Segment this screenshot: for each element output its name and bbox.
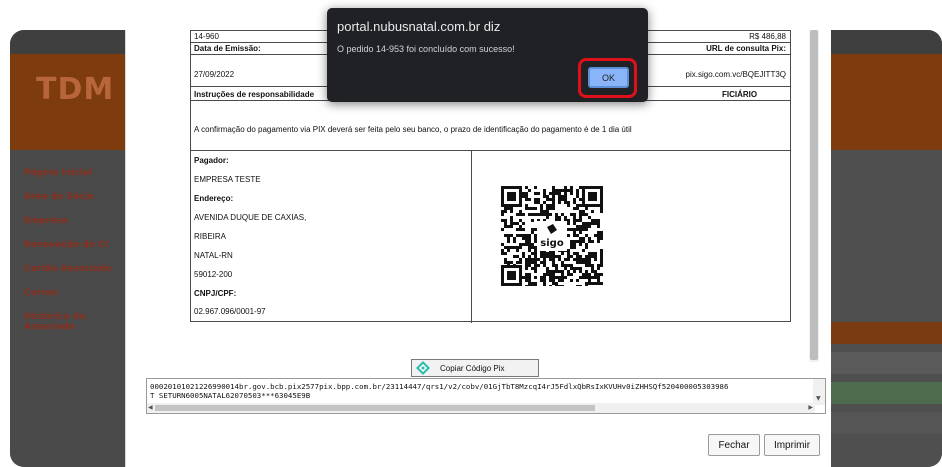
background-bar: [830, 352, 942, 374]
scroll-left-icon[interactable]: ◀: [148, 404, 153, 411]
pix-qr-code: sigo: [476, 159, 629, 313]
doc-row: A confirmação do pagamento via PIX dever…: [191, 101, 790, 151]
address-zip: 59012-200: [194, 270, 233, 279]
print-button[interactable]: Imprimir: [764, 434, 820, 456]
sidebar-item: Cursos: [24, 288, 59, 298]
payer-name: EMPRESA TESTE: [194, 175, 261, 184]
pix-code-line1: 00020101021226990014br.gov.bcb.pix2577pi…: [150, 382, 729, 391]
address-city: NATAL-RN: [194, 251, 233, 260]
sidebar-item: Histórico do Associado: [24, 312, 86, 332]
amount: R$ 486,88: [749, 32, 786, 41]
qr-brand-text: sigo: [540, 238, 564, 249]
sidebar-item: Cartão Associado: [24, 264, 112, 274]
sidebar-item: Renovação do CI: [24, 240, 109, 250]
modal-scrollbar-thumb[interactable]: [810, 30, 818, 360]
alert-title: portal.nubusnatal.com.br diz: [337, 19, 501, 34]
payer-label: Pagador:: [194, 156, 229, 165]
qr-code-icon: sigo: [501, 186, 603, 286]
copy-pix-code-label: Copiar Código Pix: [440, 363, 505, 373]
pix-url-label: URL de consulta Pix:: [706, 44, 786, 53]
background-right-panel: [830, 150, 942, 467]
code-vertical-scrollbar[interactable]: ▼: [813, 379, 825, 405]
scroll-down-icon[interactable]: ▼: [816, 395, 821, 402]
background-bar: [830, 322, 942, 344]
background-sidebar: Página Inicial Área do Sócio Empresa Ren…: [10, 150, 126, 467]
beneficiary-label: FICIÁRIO: [722, 90, 758, 99]
app-logo: TDM: [36, 72, 115, 107]
code-horizontal-scrollbar[interactable]: ◀ ▶: [147, 403, 815, 413]
order-number: 14-960: [194, 32, 219, 41]
code-scrollbar-thumb[interactable]: [155, 405, 595, 411]
pix-code-textarea[interactable]: 00020101021226990014br.gov.bcb.pix2577pi…: [146, 378, 826, 414]
copy-pix-code-button[interactable]: Copiar Código Pix: [411, 359, 539, 377]
sidebar-item: Página Inicial: [24, 168, 92, 178]
cnpj-label: CNPJ/CPF:: [194, 289, 237, 298]
pix-code-text: 00020101021226990014br.gov.bcb.pix2577pi…: [150, 382, 812, 400]
close-button[interactable]: Fechar: [708, 434, 760, 456]
alert-message: O pedido 14-953 foi concluído com sucess…: [337, 44, 515, 54]
instructions-text: A confirmação do pagamento via PIX dever…: [194, 125, 632, 134]
address-line1: AVENIDA DUQUE DE CAXIAS,: [194, 213, 307, 222]
cnpj-value: 02.967.096/0001-97: [194, 307, 266, 316]
pix-code-line2: T SETURN6005NATAL62070503***63045E9B: [150, 391, 311, 400]
address-line2: RIBEIRA: [194, 232, 227, 241]
sidebar-item: Empresa: [24, 216, 68, 226]
issue-date-label: Data de Emissão:: [194, 44, 261, 53]
sidebar-item: Área do Sócio: [24, 192, 94, 202]
issue-date: 27/09/2022: [194, 70, 235, 79]
background-bar: [830, 412, 942, 434]
background-bar: [830, 382, 942, 404]
pix-url: pix.sigo.com.vc/BQEJITT3Q: [685, 70, 786, 79]
alert-ok-button[interactable]: OK: [588, 67, 629, 88]
pix-icon: [416, 361, 430, 375]
scroll-right-icon[interactable]: ▶: [808, 404, 813, 411]
instructions-label: Instruções de responsabilidade: [194, 90, 315, 99]
address-label: Endereço:: [194, 194, 234, 203]
modal-scrollbar[interactable]: [809, 30, 819, 362]
payer-divider: [471, 151, 472, 323]
